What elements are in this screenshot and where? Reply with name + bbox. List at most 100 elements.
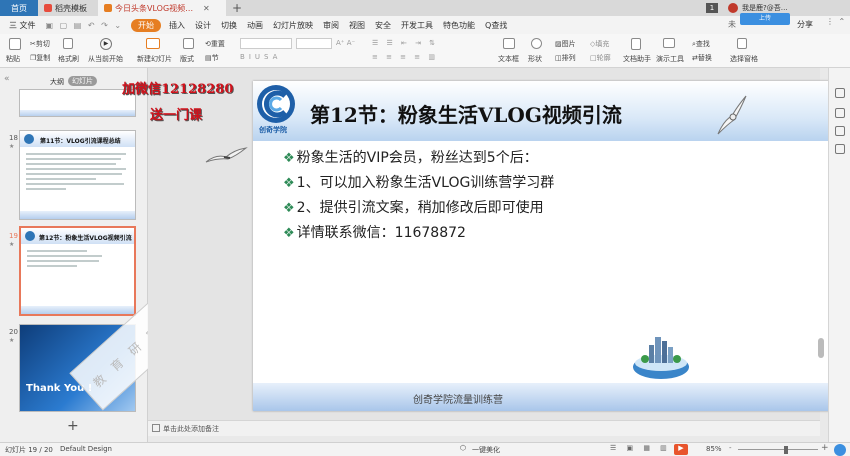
play-from-current-button[interactable]: 从当前开始 (88, 54, 123, 64)
bullet-2[interactable]: ❖ 1、可以加入粉象生活VLOG训练营学习群 (283, 172, 554, 192)
shape-button[interactable]: 形状 (528, 54, 542, 64)
select-pane-button[interactable]: 选择窗格 (730, 54, 758, 64)
tab-docer[interactable]: 稻壳模板 (38, 0, 98, 16)
font-name-select[interactable] (240, 38, 292, 49)
menu-features[interactable]: 特色功能 (438, 20, 480, 31)
menu-review[interactable]: 审阅 (318, 20, 344, 31)
new-tab-button[interactable]: + (226, 0, 248, 16)
slide-thumb-19[interactable]: 第12节：粉象生活VLOG视频引流 (19, 226, 136, 316)
bullet-4[interactable]: ❖ 详情联系微信：11678872 (283, 222, 466, 242)
menu-bar: 三 文件 ▣ ▢ ▤ ↶ ↷ ⌄ 开始 插入 设计 切换 动画 幻灯片放映 审阅… (0, 13, 850, 34)
vertical-scrollbar-thumb[interactable] (818, 338, 824, 358)
slide-thumb-18[interactable]: 第11节：VLOG引流课程总结 (19, 130, 136, 220)
play-slideshow-button[interactable]: ▶ (674, 444, 688, 455)
format-painter-button[interactable]: 格式刷 (58, 54, 79, 64)
diamond-bullet-icon: ❖ (283, 176, 295, 191)
share-button[interactable]: 分享 (797, 19, 813, 30)
section-icon: ▤ (205, 54, 212, 62)
slide-count: 幻灯片 19 / 20 (5, 446, 53, 454)
file-menu[interactable]: 三 文件 (4, 20, 41, 31)
menu-design[interactable]: 设计 (190, 20, 216, 31)
reset-button[interactable]: ⟲重置 (205, 39, 225, 49)
layout-icon (183, 38, 194, 49)
outline-icon: □ (590, 54, 597, 62)
layout-button[interactable]: 版式 (180, 54, 194, 64)
sync-status[interactable]: 未 (728, 19, 736, 30)
menu-devtools[interactable]: 开发工具 (396, 20, 438, 31)
paragraph-icons[interactable]: ☰ ☰ ⇤ ⇥ ⇅ (372, 39, 438, 47)
thumb-title: 第12节：粉象生活VLOG视频引流 (39, 235, 132, 242)
bullet-1[interactable]: ❖ 粉象生活的VIP会员，粉丝达到5个后： (283, 147, 538, 167)
tab-slides[interactable]: 幻灯片 (68, 76, 97, 86)
menu-animation[interactable]: 动画 (242, 20, 268, 31)
more-icon[interactable]: ⋮ ⌃ (826, 17, 846, 26)
paste-button[interactable]: 粘贴 (6, 54, 20, 64)
slide-number-20: 20 (9, 328, 18, 336)
tab-document[interactable]: 今日头条VLOG视频引流课程 ✕ (98, 0, 226, 16)
avatar[interactable] (728, 3, 738, 13)
animation-pane-icon[interactable] (835, 108, 845, 118)
assistant-icon[interactable] (834, 444, 846, 456)
search-menu[interactable]: Q查找 (480, 20, 512, 31)
font-style-icons[interactable]: BIUSA (240, 53, 281, 61)
zoom-slider[interactable] (738, 449, 818, 450)
slide-title[interactable]: 第12节：粉象生活VLOG视频引流 (310, 99, 622, 128)
collapse-panel-icon[interactable]: « (4, 74, 10, 84)
menu-insert[interactable]: 插入 (164, 20, 190, 31)
logo-icon (257, 85, 295, 123)
slide-canvas[interactable]: 创奇学院 第12节：粉象生活VLOG视频引流 ❖ 粉象生活的VIP会员，粉丝达到5… (253, 81, 840, 411)
slide-thumb-17[interactable] (19, 89, 136, 117)
new-slide-button[interactable]: 新建幻灯片 (137, 54, 172, 64)
menu-security[interactable]: 安全 (370, 20, 396, 31)
replace-button[interactable]: ⇄替换 (692, 53, 712, 63)
add-slide-button[interactable]: + (67, 418, 79, 434)
tab-home[interactable]: 首页 (0, 0, 38, 16)
logo-text: 创奇学院 (259, 126, 287, 134)
presenter-tools-button[interactable]: 演示工具 (656, 54, 684, 64)
fill-button[interactable]: ◇填充 (590, 39, 609, 49)
bullet-3[interactable]: ❖ 2、提供引流文案，稍加修改后即可使用 (283, 197, 544, 217)
thumb-footer (21, 306, 134, 314)
picture-icon: ▨ (555, 40, 562, 48)
tab-close-icon[interactable]: ✕ (203, 4, 210, 13)
thumb-footer (20, 211, 135, 219)
slide-19-star-icon: ★ (9, 241, 15, 248)
thumb-logo (24, 134, 34, 144)
slide-18-star-icon: ★ (9, 143, 15, 150)
upload-button[interactable]: 上传 (740, 13, 790, 25)
find-button[interactable]: ⌕查找 (692, 39, 710, 49)
menu-slideshow[interactable]: 幻灯片放映 (268, 20, 318, 31)
arrange-button[interactable]: ◫排列 (555, 53, 576, 63)
zoom-level[interactable]: 85% (706, 445, 722, 453)
view-mode-icons[interactable]: ☰ ▣ ▦ ▥ (610, 444, 671, 452)
clipboard-icon[interactable] (835, 126, 845, 136)
menu-transition[interactable]: 切换 (216, 20, 242, 31)
menu-view[interactable]: 视图 (344, 20, 370, 31)
font-grow-icon[interactable]: A⁺ A⁻ (336, 39, 355, 47)
align-icons[interactable]: ≡ ≡ ≡ ≡ ▥ (372, 53, 438, 61)
cut-button[interactable]: ✂剪切 (30, 39, 50, 49)
zoom-slider-thumb[interactable] (784, 446, 788, 454)
copy-button[interactable]: ❐复制 (30, 53, 50, 63)
diamond-bullet-icon: ❖ (283, 201, 295, 216)
tab-outline[interactable]: 大纲 (50, 77, 64, 87)
ribbon: 粘贴 ✂剪切 ❐复制 格式刷 ▶ 从当前开始 新建幻灯片 版式 ⟲重置 ▤节 A… (0, 34, 850, 68)
menu-nav-icons[interactable]: ▣ ▢ ▤ ↶ ↷ ⌄ (41, 21, 129, 30)
notes-bar[interactable]: 单击此处添加备注 (148, 420, 820, 436)
zoom-out-button[interactable]: - (729, 444, 732, 452)
outline-button[interactable]: □轮廓 (590, 53, 611, 63)
theme-icon[interactable] (835, 144, 845, 154)
picture-button[interactable]: ▨图片 (555, 39, 576, 49)
font-size-select[interactable] (296, 38, 332, 49)
beautify-button[interactable]: 一键美化 (472, 445, 500, 455)
zoom-in-button[interactable]: + (821, 443, 829, 453)
section-button[interactable]: ▤节 (205, 53, 219, 63)
text-box-button[interactable]: 文本框 (498, 54, 519, 64)
slide-footer-text: 创奇学院流量训练营 (413, 395, 503, 406)
settings-icon[interactable] (835, 88, 845, 98)
doc-assistant-button[interactable]: 文档助手 (623, 54, 651, 64)
user-name[interactable]: 我是鹿?@吾… (742, 3, 788, 13)
notes-placeholder[interactable]: 单击此处添加备注 (163, 424, 219, 434)
text-box-icon (503, 38, 515, 49)
menu-start[interactable]: 开始 (131, 18, 162, 32)
